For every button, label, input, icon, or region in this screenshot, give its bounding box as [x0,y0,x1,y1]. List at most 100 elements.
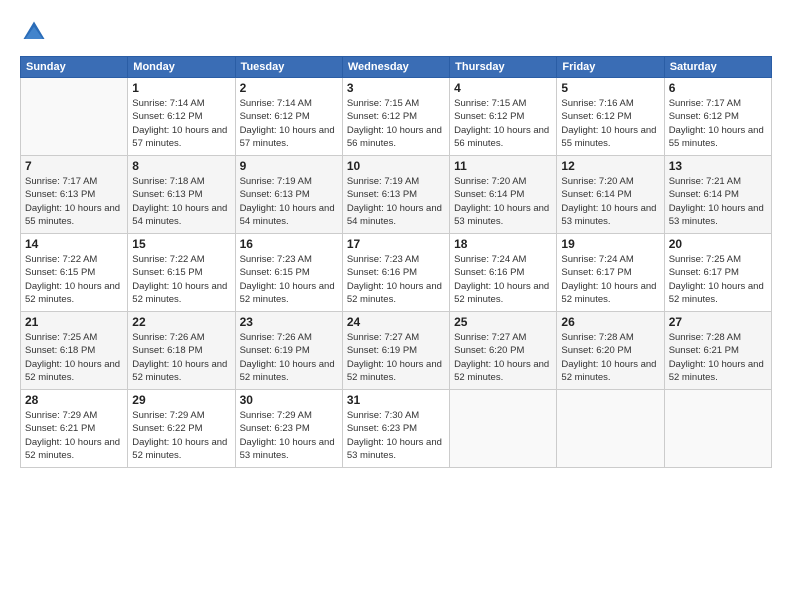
day-info: Sunrise: 7:14 AMSunset: 6:12 PMDaylight:… [240,97,338,150]
day-info: Sunrise: 7:14 AMSunset: 6:12 PMDaylight:… [132,97,230,150]
calendar-cell: 16Sunrise: 7:23 AMSunset: 6:15 PMDayligh… [235,234,342,312]
weekday-header-sunday: Sunday [21,57,128,78]
day-info: Sunrise: 7:26 AMSunset: 6:19 PMDaylight:… [240,331,338,384]
day-number: 21 [25,315,123,329]
day-number: 16 [240,237,338,251]
calendar-week-row: 21 Sunrise: 7:25 AMSunset: 6:18 PMDayligh… [21,312,772,390]
day-info: Sunrise: 7:29 AMSunset: 6:21 PMDaylight:… [25,409,123,462]
calendar-cell: 19Sunrise: 7:24 AMSunset: 6:17 PMDayligh… [557,234,664,312]
calendar-cell: 8Sunrise: 7:18 AMSunset: 6:13 PMDaylight… [128,156,235,234]
day-number: 7 [25,159,123,173]
day-number: 28 [25,393,123,407]
calendar-cell: 10Sunrise: 7:19 AMSunset: 6:13 PMDayligh… [342,156,449,234]
day-info: Sunrise: 7:16 AMSunset: 6:12 PMDaylight:… [561,97,659,150]
day-info: Sunrise: 7:26 AMSunset: 6:18 PMDaylight:… [132,331,230,384]
weekday-header-thursday: Thursday [450,57,557,78]
day-number: 17 [347,237,445,251]
day-number: 14 [25,237,123,251]
calendar-cell [21,78,128,156]
calendar-cell: 9 Sunrise: 7:19 AMSunset: 6:13 PMDaylight… [235,156,342,234]
day-info: Sunrise: 7:19 AMSunset: 6:13 PMDaylight:… [240,175,338,228]
day-info: Sunrise: 7:17 AMSunset: 6:12 PMDaylight:… [669,97,767,150]
day-number: 18 [454,237,552,251]
calendar-cell: 25 Sunrise: 7:27 AMSunset: 6:20 PMDayligh… [450,312,557,390]
day-number: 5 [561,81,659,95]
calendar-cell: 21 Sunrise: 7:25 AMSunset: 6:18 PMDayligh… [21,312,128,390]
logo-icon [20,18,48,46]
day-number: 29 [132,393,230,407]
calendar-cell: 7 Sunrise: 7:17 AMSunset: 6:13 PMDaylight… [21,156,128,234]
calendar-cell: 18 Sunrise: 7:24 AMSunset: 6:16 PMDayligh… [450,234,557,312]
day-info: Sunrise: 7:28 AMSunset: 6:21 PMDaylight:… [669,331,767,384]
calendar-cell: 24Sunrise: 7:27 AMSunset: 6:19 PMDayligh… [342,312,449,390]
day-info: Sunrise: 7:18 AMSunset: 6:13 PMDaylight:… [132,175,230,228]
day-number: 13 [669,159,767,173]
day-number: 27 [669,315,767,329]
day-info: Sunrise: 7:29 AMSunset: 6:23 PMDaylight:… [240,409,338,462]
day-number: 12 [561,159,659,173]
calendar-cell: 2 Sunrise: 7:14 AMSunset: 6:12 PMDaylight… [235,78,342,156]
weekday-header-monday: Monday [128,57,235,78]
calendar-cell: 23 Sunrise: 7:26 AMSunset: 6:19 PMDayligh… [235,312,342,390]
calendar-cell: 4Sunrise: 7:15 AMSunset: 6:12 PMDaylight… [450,78,557,156]
day-info: Sunrise: 7:21 AMSunset: 6:14 PMDaylight:… [669,175,767,228]
calendar-cell [664,390,771,468]
calendar-cell: 22 Sunrise: 7:26 AMSunset: 6:18 PMDayligh… [128,312,235,390]
calendar-cell [557,390,664,468]
page: SundayMondayTuesdayWednesdayThursdayFrid… [0,0,792,612]
calendar-cell: 26 Sunrise: 7:28 AMSunset: 6:20 PMDayligh… [557,312,664,390]
day-info: Sunrise: 7:22 AMSunset: 6:15 PMDaylight:… [132,253,230,306]
calendar-cell [450,390,557,468]
day-info: Sunrise: 7:27 AMSunset: 6:20 PMDaylight:… [454,331,552,384]
day-number: 3 [347,81,445,95]
day-info: Sunrise: 7:20 AMSunset: 6:14 PMDaylight:… [561,175,659,228]
day-info: Sunrise: 7:23 AMSunset: 6:16 PMDaylight:… [347,253,445,306]
day-number: 9 [240,159,338,173]
weekday-header-wednesday: Wednesday [342,57,449,78]
calendar-cell: 6 Sunrise: 7:17 AMSunset: 6:12 PMDaylight… [664,78,771,156]
day-number: 1 [132,81,230,95]
calendar-cell: 1 Sunrise: 7:14 AMSunset: 6:12 PMDaylight… [128,78,235,156]
day-info: Sunrise: 7:24 AMSunset: 6:17 PMDaylight:… [561,253,659,306]
day-number: 4 [454,81,552,95]
weekday-header-saturday: Saturday [664,57,771,78]
calendar-week-row: 1 Sunrise: 7:14 AMSunset: 6:12 PMDaylight… [21,78,772,156]
day-info: Sunrise: 7:24 AMSunset: 6:16 PMDaylight:… [454,253,552,306]
calendar-cell: 15 Sunrise: 7:22 AMSunset: 6:15 PMDayligh… [128,234,235,312]
calendar-cell: 27 Sunrise: 7:28 AMSunset: 6:21 PMDayligh… [664,312,771,390]
weekday-header-tuesday: Tuesday [235,57,342,78]
day-number: 25 [454,315,552,329]
day-number: 6 [669,81,767,95]
day-number: 11 [454,159,552,173]
calendar-cell: 12 Sunrise: 7:20 AMSunset: 6:14 PMDayligh… [557,156,664,234]
calendar-cell: 30Sunrise: 7:29 AMSunset: 6:23 PMDayligh… [235,390,342,468]
weekday-header-friday: Friday [557,57,664,78]
day-info: Sunrise: 7:29 AMSunset: 6:22 PMDaylight:… [132,409,230,462]
calendar-week-row: 28 Sunrise: 7:29 AMSunset: 6:21 PMDayligh… [21,390,772,468]
day-number: 26 [561,315,659,329]
day-number: 24 [347,315,445,329]
calendar-cell: 20Sunrise: 7:25 AMSunset: 6:17 PMDayligh… [664,234,771,312]
day-info: Sunrise: 7:15 AMSunset: 6:12 PMDaylight:… [347,97,445,150]
calendar-cell: 17 Sunrise: 7:23 AMSunset: 6:16 PMDayligh… [342,234,449,312]
calendar-week-row: 14 Sunrise: 7:22 AMSunset: 6:15 PMDayligh… [21,234,772,312]
calendar-cell: 14Sunrise: 7:22 AMSunset: 6:15 PMDayligh… [21,234,128,312]
calendar-cell: 3 Sunrise: 7:15 AMSunset: 6:12 PMDaylight… [342,78,449,156]
calendar-table: SundayMondayTuesdayWednesdayThursdayFrid… [20,56,772,468]
day-number: 22 [132,315,230,329]
day-info: Sunrise: 7:28 AMSunset: 6:20 PMDaylight:… [561,331,659,384]
header [20,18,772,46]
day-number: 2 [240,81,338,95]
day-info: Sunrise: 7:25 AMSunset: 6:18 PMDaylight:… [25,331,123,384]
day-number: 15 [132,237,230,251]
day-number: 10 [347,159,445,173]
day-info: Sunrise: 7:17 AMSunset: 6:13 PMDaylight:… [25,175,123,228]
calendar-cell: 11Sunrise: 7:20 AMSunset: 6:14 PMDayligh… [450,156,557,234]
day-number: 23 [240,315,338,329]
day-info: Sunrise: 7:30 AMSunset: 6:23 PMDaylight:… [347,409,445,462]
day-info: Sunrise: 7:25 AMSunset: 6:17 PMDaylight:… [669,253,767,306]
calendar-cell: 31Sunrise: 7:30 AMSunset: 6:23 PMDayligh… [342,390,449,468]
calendar-cell: 28 Sunrise: 7:29 AMSunset: 6:21 PMDayligh… [21,390,128,468]
calendar-cell: 5 Sunrise: 7:16 AMSunset: 6:12 PMDaylight… [557,78,664,156]
calendar-week-row: 7 Sunrise: 7:17 AMSunset: 6:13 PMDaylight… [21,156,772,234]
